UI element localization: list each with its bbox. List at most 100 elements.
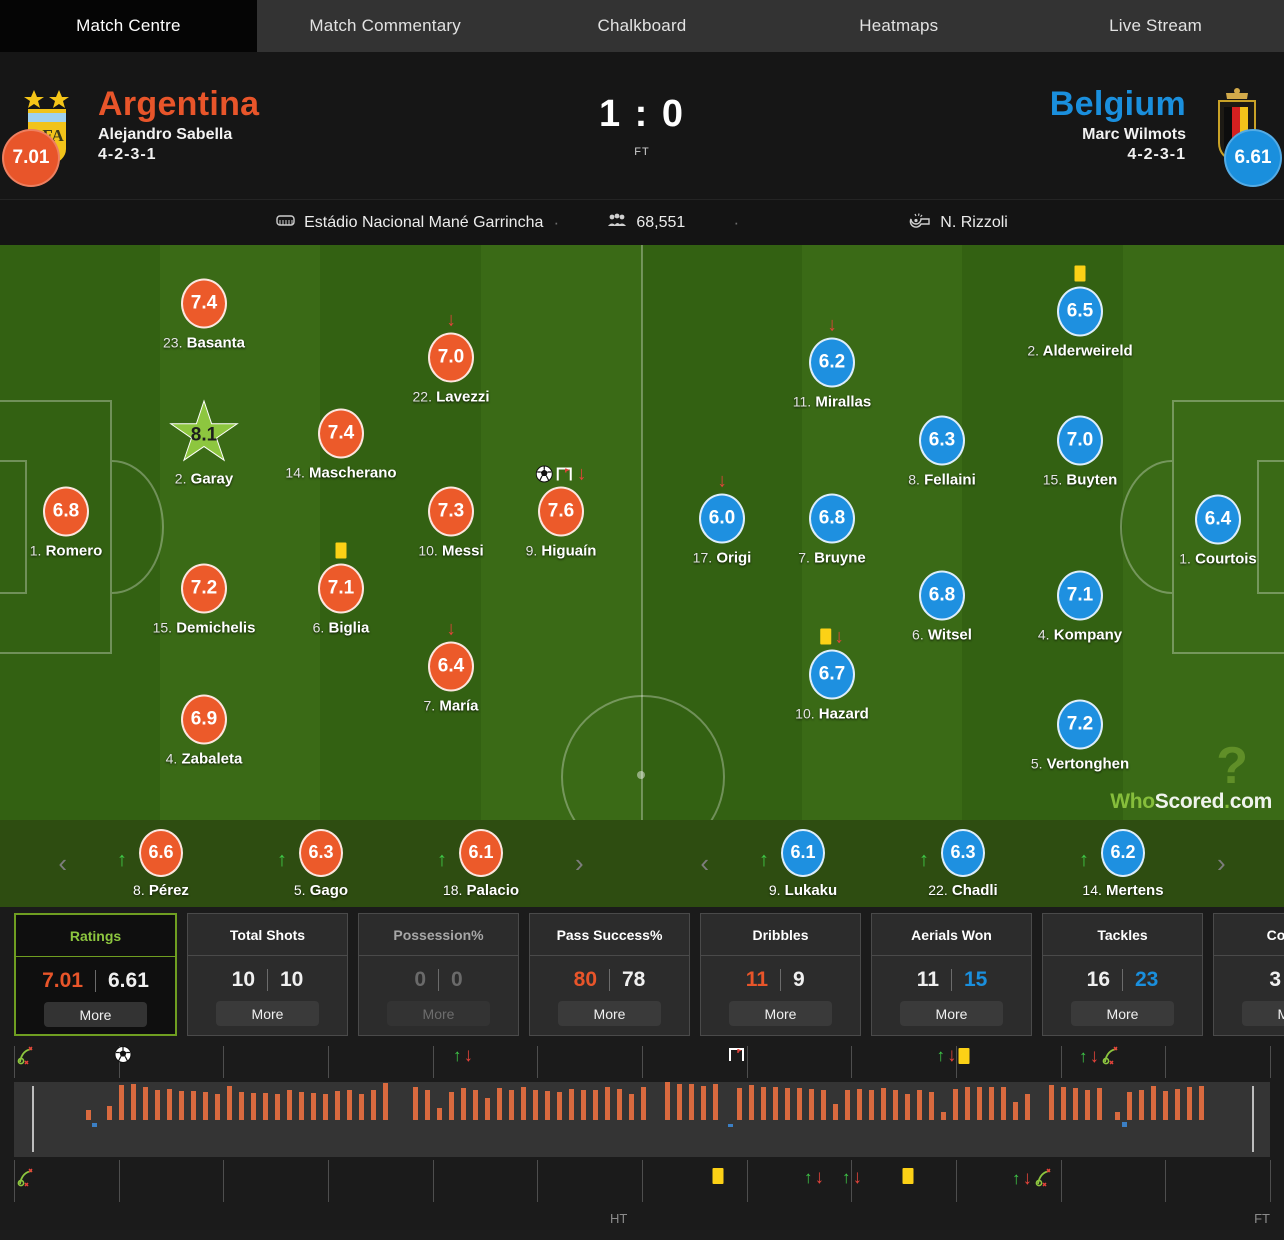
away-subs-next-button[interactable]: ›: [1203, 848, 1240, 879]
home-subs: ‹ ↑ 6.6 8. Pérez ↑ 6.3 5. Gago ↑ 6.1 18. Palacio…: [0, 828, 642, 899]
player-surname: Romero: [45, 542, 103, 560]
player-vertonghen[interactable]: 7.2 5. Vertonghen: [1000, 699, 1160, 773]
stat-more-button[interactable]: More: [729, 1001, 832, 1026]
timeline-event-away[interactable]: [712, 1168, 724, 1184]
player-maría[interactable]: ↓ 6.4 7. María: [371, 619, 531, 715]
player-number: 22.: [412, 388, 432, 405]
player-number: 8.: [908, 471, 920, 488]
player-name: 23. Basanta: [124, 335, 284, 352]
player-name: 15. Buyten: [1000, 472, 1160, 489]
player-courtois[interactable]: 6.4 1. Courtois: [1138, 494, 1284, 568]
player-alderweireld[interactable]: 6.5 2. Alderweireld: [1000, 265, 1160, 360]
home-team-formation: 4-2-3-1: [98, 145, 157, 163]
timeline-event-home[interactable]: [16, 1046, 36, 1066]
stat-more-button[interactable]: More: [900, 1001, 1003, 1026]
sub-palacio[interactable]: ↑ 6.1 18. Palacio: [401, 828, 561, 899]
momentum-bar-away: [92, 1123, 97, 1127]
player-name: 1. Romero: [0, 543, 146, 560]
stat-away-value: 0: [451, 968, 463, 991]
player-witsel[interactable]: 6.8 6. Witsel: [862, 570, 1022, 644]
stat-card-ratings[interactable]: Ratings 7.01 6.61 More: [14, 913, 177, 1036]
momentum-bar-home: [359, 1094, 364, 1120]
missed-shot-icon: [17, 1046, 33, 1065]
stat-title: Pass Success%: [530, 914, 689, 956]
stat-away-value: 9: [793, 968, 805, 991]
player-name: 9. Higuaín: [481, 543, 641, 560]
momentum-bar-home: [917, 1090, 922, 1120]
timeline-event-home[interactable]: ↑ ↓: [1079, 1046, 1121, 1066]
stat-more-button[interactable]: More: [1071, 1001, 1174, 1026]
sub-rating: 6.3: [299, 828, 343, 877]
momentum-bar-home: [737, 1088, 742, 1120]
momentum-bar-home: [1049, 1085, 1054, 1120]
sub-pérez[interactable]: ↑ 6.6 8. Pérez: [81, 828, 241, 899]
timeline-event-away[interactable]: [16, 1168, 36, 1188]
player-lavezzi[interactable]: ↓ 7.0 22. Lavezzi: [371, 310, 531, 406]
timeline-event-away[interactable]: [902, 1168, 914, 1184]
stat-card-pass-success[interactable]: Pass Success% 80 78 More: [529, 913, 690, 1036]
player-mascherano[interactable]: 7.4 14. Mascherano: [261, 408, 421, 482]
player-rating: 8.1: [190, 424, 218, 446]
player-romero[interactable]: 6.8 1. Romero: [0, 486, 146, 560]
tab-live-stream[interactable]: Live Stream: [1027, 0, 1284, 52]
stat-more-button[interactable]: More: [216, 1001, 319, 1026]
player-name: 7. María: [371, 698, 531, 715]
timeline-event-home[interactable]: ↑ ↓: [937, 1046, 970, 1065]
stat-more-button[interactable]: More: [44, 1002, 147, 1027]
stat-card-tackles[interactable]: Tackles 16 23 More: [1042, 913, 1203, 1036]
sub-gago[interactable]: ↑ 6.3 5. Gago: [241, 828, 401, 899]
stat-card-possession[interactable]: Possession% 0 0 More: [358, 913, 519, 1036]
timeline-event-away[interactable]: ↑ ↓: [804, 1168, 824, 1187]
stat-card-total-shots[interactable]: Total Shots 10 10 More: [187, 913, 348, 1036]
momentum-bar-home: [371, 1090, 376, 1120]
stat-card-corners[interactable]: Corners 3 More: [1213, 913, 1284, 1036]
player-higuaín[interactable]: ↓ 7.6 9. Higuaín: [481, 464, 641, 560]
timeline-tick: [328, 1046, 329, 1078]
stat-card-dribbles[interactable]: Dribbles 11 9 More: [700, 913, 861, 1036]
player-zabaleta[interactable]: 6.9 4. Zabaleta: [124, 694, 284, 768]
home-team-block[interactable]: AFA 7.01 Argentina Alejandro Sabella 4-2…: [0, 83, 574, 187]
sub-off-icon: ↓: [446, 309, 456, 330]
player-kompany[interactable]: 7.1 4. Kompany: [1000, 570, 1160, 644]
tab-heatmaps[interactable]: Heatmaps: [770, 0, 1027, 52]
home-subs-next-button[interactable]: ›: [561, 848, 598, 879]
momentum-bar-home: [299, 1092, 304, 1120]
sub-lukaku[interactable]: ↑ 6.1 9. Lukaku: [723, 828, 883, 899]
player-mirallas[interactable]: ↓ 6.2 11. Mirallas: [752, 315, 912, 411]
momentum-bar-home: [581, 1090, 586, 1120]
player-hazard[interactable]: ↓ 6.7 10. Hazard: [752, 627, 912, 723]
player-buyten[interactable]: 7.0 15. Buyten: [1000, 415, 1160, 489]
momentum-bar-home: [485, 1098, 490, 1120]
timeline-event-home[interactable]: ↑ ↓: [453, 1046, 473, 1065]
away-subs-prev-button[interactable]: ‹: [686, 848, 723, 879]
timeline-event-home[interactable]: [728, 1046, 746, 1063]
stat-card-aerials-won[interactable]: Aerials Won 11 15 More: [871, 913, 1032, 1036]
home-subs-prev-button[interactable]: ‹: [44, 848, 81, 879]
player-garay[interactable]: 8.1 2. Garay: [124, 399, 284, 488]
tab-match-commentary[interactable]: Match Commentary: [257, 0, 514, 52]
tab-chalkboard[interactable]: Chalkboard: [514, 0, 771, 52]
sub-chadli[interactable]: ↑ 6.3 22. Chadli: [883, 828, 1043, 899]
player-surname: Kompany: [1053, 626, 1123, 644]
player-basanta[interactable]: 7.4 23. Basanta: [124, 278, 284, 352]
stat-home-value: 0: [414, 968, 426, 991]
player-origi[interactable]: ↓ 6.0 17. Origi: [642, 471, 802, 567]
player-rating: 6.4: [428, 641, 474, 692]
timeline-tick: [1060, 1160, 1062, 1202]
stat-more-button[interactable]: More: [387, 1001, 490, 1026]
timeline-away-events: ↑ ↓ ↑ ↓ ↑ ↓: [0, 1160, 1284, 1230]
away-team-block[interactable]: Belgium Marc Wilmots 4-2-3-1 6.61: [710, 83, 1284, 187]
sub-mertens[interactable]: ↑ 6.2 14. Mertens: [1043, 828, 1203, 899]
stat-more-button[interactable]: More: [558, 1001, 661, 1026]
timeline-event-home[interactable]: [114, 1046, 132, 1063]
tab-match-centre[interactable]: Match Centre: [0, 0, 257, 52]
player-demichelis[interactable]: 7.2 15. Demichelis: [124, 563, 284, 637]
timeline-event-away[interactable]: ↑ ↓: [1012, 1168, 1054, 1188]
player-fellaini[interactable]: 6.3 8. Fellaini: [862, 415, 1022, 489]
stat-values: 00: [359, 956, 518, 992]
player-surname: Witsel: [927, 626, 972, 644]
player-biglia[interactable]: 7.1 6. Biglia: [261, 542, 421, 637]
momentum-bar-home: [425, 1090, 430, 1120]
timeline-event-away[interactable]: ↑ ↓: [842, 1168, 862, 1187]
stat-more-button[interactable]: More: [1242, 1001, 1284, 1026]
